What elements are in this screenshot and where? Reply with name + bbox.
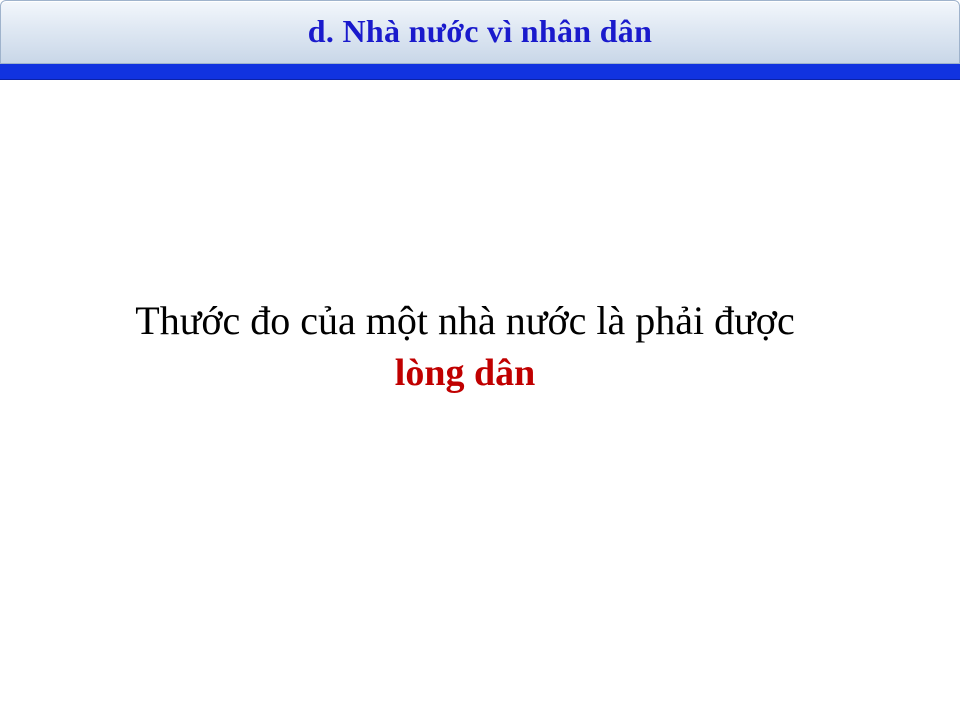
body-highlight: lòng dân xyxy=(394,352,536,394)
title-bar: d. Nhà nước vì nhân dân xyxy=(0,0,960,64)
slide-title: d. Nhà nước vì nhân dân xyxy=(307,12,653,49)
title-accent-bar xyxy=(0,64,960,80)
slide-body: Thước đo của một nhà nước là phải được l… xyxy=(0,295,960,399)
body-statement: Thước đo của một nhà nước là phải được xyxy=(135,298,795,343)
